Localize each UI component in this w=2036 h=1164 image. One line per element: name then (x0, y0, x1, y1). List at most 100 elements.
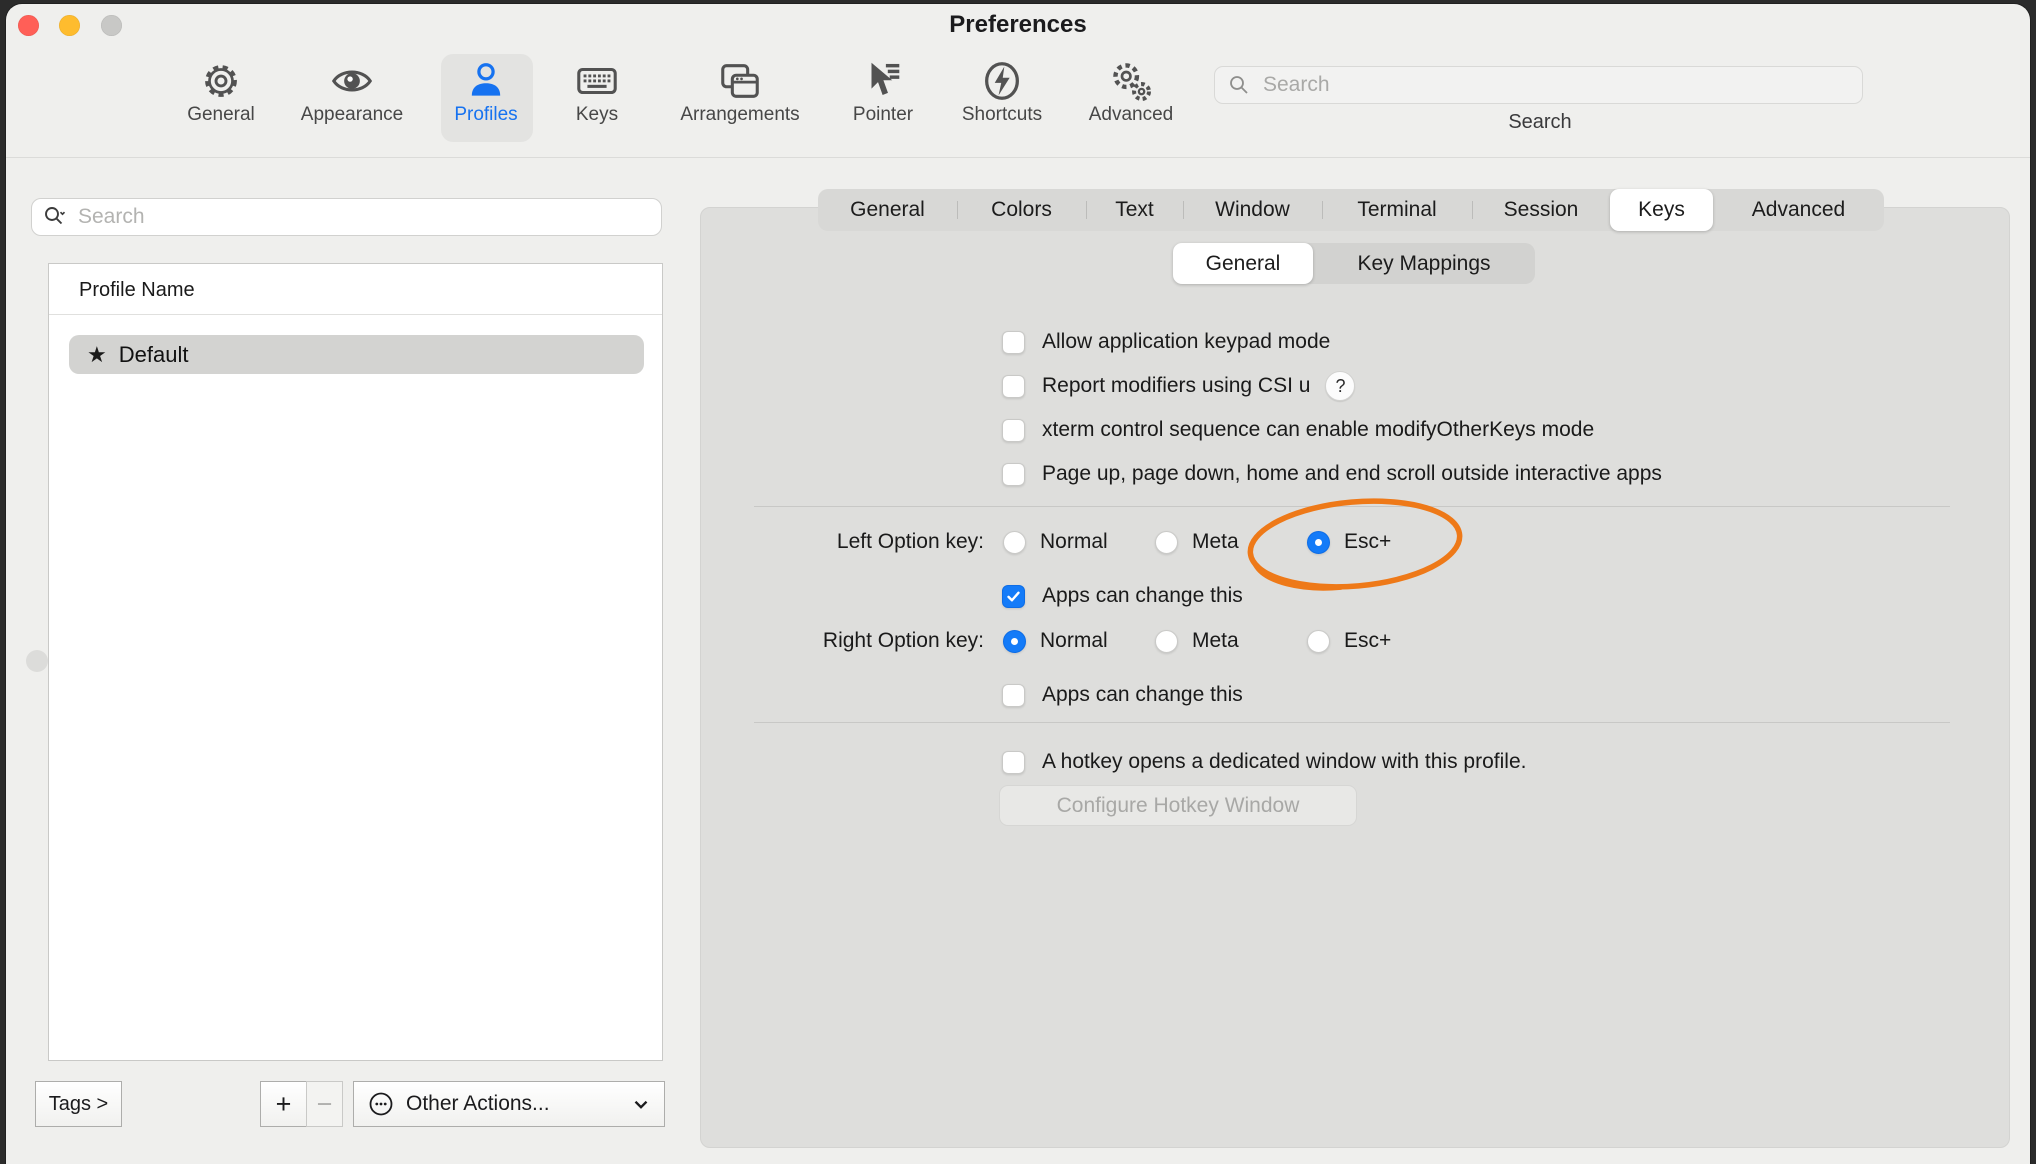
right-option-key-label: Right Option key: (700, 629, 984, 653)
checkbox-row-left-apps-change[interactable]: Apps can change this (1002, 580, 1243, 612)
tab-terminal[interactable]: Terminal (1322, 189, 1472, 231)
tab-session[interactable]: Session (1472, 189, 1610, 231)
profile-tab-bar: General Colors Text Window Terminal Sess… (818, 189, 1884, 231)
tab-window[interactable]: Window (1183, 189, 1322, 231)
list-header-divider (49, 314, 662, 315)
radio-label-esc[interactable]: Esc+ (1344, 530, 1391, 554)
checkbox-checked[interactable] (1002, 585, 1025, 608)
left-option-key-label: Left Option key: (700, 530, 984, 554)
tab-separator (1472, 201, 1473, 219)
toolbar-item-pointer[interactable]: Pointer (828, 56, 938, 142)
toolbar-item-shortcuts[interactable]: Shortcuts (942, 56, 1062, 142)
checkbox-row-modifyotherkeys[interactable]: xterm control sequence can enable modify… (1002, 414, 1594, 446)
window-title: Preferences (0, 11, 2036, 39)
toolbar-item-keys[interactable]: Keys (547, 56, 647, 142)
radio-right-normal-selected[interactable] (1003, 630, 1026, 653)
window-edge-dot (26, 650, 48, 672)
checkbox-row-page-scroll[interactable]: Page up, page down, home and end scroll … (1002, 458, 1662, 490)
chevron-down-icon (630, 1093, 652, 1115)
radio-label-normal[interactable]: Normal (1040, 530, 1108, 554)
radio-left-esc-selected[interactable] (1307, 531, 1330, 554)
toolbar-label: Advanced (1089, 104, 1174, 126)
radio-label-meta[interactable]: Meta (1192, 629, 1239, 653)
toolbar-search-input[interactable] (1261, 72, 1850, 98)
radio-right-esc[interactable] (1307, 630, 1330, 653)
eye-icon (329, 58, 375, 104)
radio-label-meta[interactable]: Meta (1192, 530, 1239, 554)
search-menu-icon (42, 204, 68, 230)
toolbar-search-field[interactable] (1214, 66, 1863, 104)
profile-row-default[interactable]: ★ Default (69, 335, 644, 374)
checkbox-row-csi-u[interactable]: Report modifiers using CSI u ? (1002, 370, 1355, 402)
person-icon (463, 58, 509, 104)
other-actions-dropdown[interactable]: Other Actions... (353, 1081, 665, 1127)
checkbox-row-keypad-mode[interactable]: Allow application keypad mode (1002, 326, 1330, 358)
keys-subtab-bar: General Key Mappings (1173, 243, 1535, 284)
radio-left-meta[interactable] (1155, 531, 1178, 554)
checkbox-unchecked[interactable] (1002, 751, 1025, 774)
profile-list-panel: Profile Name ★ Default (48, 263, 663, 1061)
section-divider (754, 722, 1950, 723)
checkbox-label: A hotkey opens a dedicated window with t… (1042, 750, 1526, 774)
checkbox-unchecked[interactable] (1002, 684, 1025, 707)
checkbox-unchecked[interactable] (1002, 375, 1025, 398)
section-divider (754, 506, 1950, 507)
toolbar-label: General (187, 104, 255, 126)
toolbar-item-appearance[interactable]: Appearance (282, 56, 422, 142)
toolbar-label: Profiles (454, 104, 517, 126)
checkbox-label: Apps can change this (1042, 584, 1243, 608)
checkbox-label: Allow application keypad mode (1042, 330, 1330, 354)
toolbar-search-caption: Search (1440, 111, 1640, 134)
tags-button[interactable]: Tags > (35, 1081, 122, 1127)
configure-hotkey-label: Configure Hotkey Window (1057, 794, 1300, 818)
cursor-icon (860, 58, 906, 104)
gears-icon (1108, 58, 1154, 104)
tab-colors[interactable]: Colors (957, 189, 1086, 231)
plus-icon: + (276, 1089, 292, 1120)
radio-label-esc[interactable]: Esc+ (1344, 629, 1391, 653)
tab-keys[interactable]: Keys (1610, 189, 1713, 231)
tab-general[interactable]: General (818, 189, 957, 231)
checkbox-unchecked[interactable] (1002, 463, 1025, 486)
toolbar-label: Pointer (853, 104, 913, 126)
checkbox-label: xterm control sequence can enable modify… (1042, 418, 1594, 442)
toolbar-item-general[interactable]: General (166, 56, 276, 142)
tab-separator (1322, 201, 1323, 219)
profile-list-header: Profile Name (79, 279, 195, 302)
configure-hotkey-window-button: Configure Hotkey Window (999, 785, 1357, 826)
radio-label-normal[interactable]: Normal (1040, 629, 1108, 653)
help-button[interactable]: ? (1325, 371, 1355, 401)
toolbar-item-advanced[interactable]: Advanced (1066, 56, 1196, 142)
toolbar-divider (6, 157, 2030, 158)
checkbox-unchecked[interactable] (1002, 419, 1025, 442)
toolbar-item-arrangements[interactable]: Arrangements (660, 56, 820, 142)
radio-right-meta[interactable] (1155, 630, 1178, 653)
checkbox-label: Report modifiers using CSI u (1042, 374, 1310, 398)
windows-stack-icon (717, 58, 763, 104)
checkbox-row-hotkey-window[interactable]: A hotkey opens a dedicated window with t… (1002, 746, 1526, 778)
add-profile-button[interactable]: + (260, 1081, 307, 1127)
checkbox-label: Page up, page down, home and end scroll … (1042, 462, 1662, 486)
toolbar-item-profiles[interactable]: Profiles (431, 56, 541, 142)
lightning-icon (979, 58, 1025, 104)
tags-button-label: Tags > (49, 1093, 108, 1116)
search-icon (1227, 73, 1251, 97)
default-star-icon: ★ (87, 344, 107, 366)
tab-text[interactable]: Text (1086, 189, 1183, 231)
tab-separator (1086, 201, 1087, 219)
remove-profile-button: − (306, 1081, 343, 1127)
other-actions-label: Other Actions... (406, 1092, 620, 1116)
subtab-key-mappings[interactable]: Key Mappings (1313, 243, 1535, 284)
checkbox-unchecked[interactable] (1002, 331, 1025, 354)
toolbar-label: Shortcuts (962, 104, 1042, 126)
gear-icon (198, 58, 244, 104)
subtab-general[interactable]: General (1173, 243, 1313, 284)
keyboard-icon (574, 58, 620, 104)
profile-search-field[interactable] (31, 198, 662, 236)
toolbar-label: Appearance (301, 104, 403, 126)
radio-left-normal[interactable] (1003, 531, 1026, 554)
profile-search-input[interactable] (76, 204, 651, 230)
checkbox-row-right-apps-change[interactable]: Apps can change this (1002, 679, 1243, 711)
keys-settings-panel (700, 207, 2010, 1148)
tab-advanced[interactable]: Advanced (1713, 189, 1884, 231)
